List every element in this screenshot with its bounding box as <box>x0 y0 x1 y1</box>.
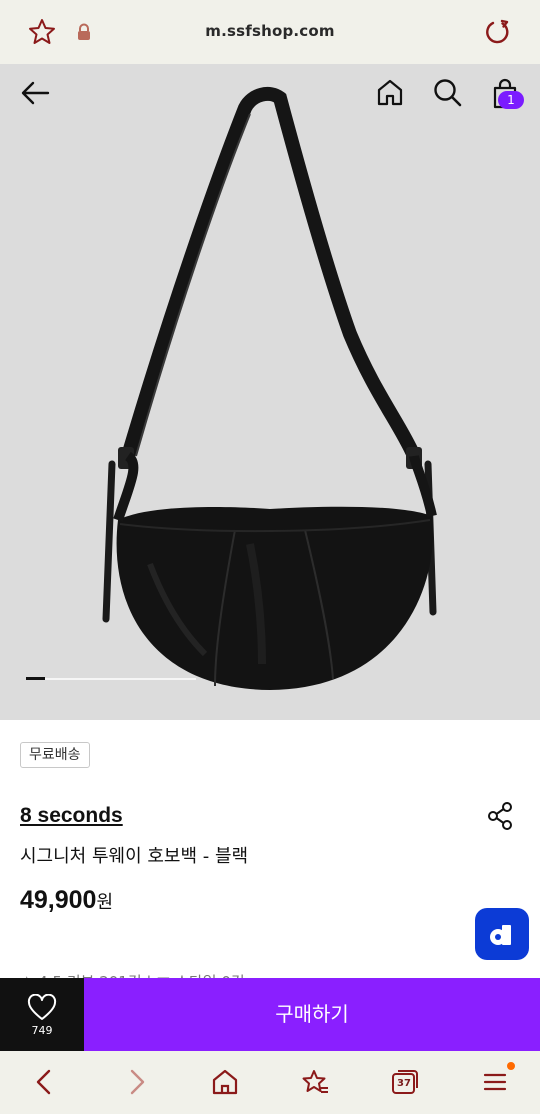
product-name: 시그니처 투웨이 호보백 - 블랙 <box>20 846 249 867</box>
home-icon[interactable] <box>374 76 406 108</box>
brand-link[interactable]: 8 seconds <box>20 804 123 828</box>
buy-button[interactable]: 구매하기 <box>84 978 540 1051</box>
d-logo-icon <box>490 925 511 945</box>
browser-address-bar: m.ssfshop.com <box>0 0 540 64</box>
browser-menu-icon[interactable] <box>480 1067 510 1097</box>
browser-back-icon[interactable] <box>30 1067 60 1097</box>
product-photo <box>102 86 437 690</box>
floating-d-button[interactable] <box>475 908 529 960</box>
share-icon[interactable] <box>486 801 514 831</box>
price-unit: 원 <box>96 892 114 912</box>
reload-icon[interactable] <box>483 17 513 47</box>
price-value: 49,900 <box>20 886 97 914</box>
heart-icon <box>27 994 57 1020</box>
cart-count-badge: 1 <box>498 91 524 109</box>
browser-home-icon[interactable] <box>210 1067 240 1097</box>
url-text[interactable]: m.ssfshop.com <box>0 22 540 40</box>
free-shipping-badge: 무료배송 <box>20 742 90 768</box>
purchase-bar: 749 구매하기 <box>0 978 540 1051</box>
notification-dot <box>507 1062 515 1070</box>
carousel-progress-indicator <box>26 677 45 680</box>
browser-bottom-nav: 37 <box>0 1051 540 1114</box>
like-button[interactable]: 749 <box>0 978 84 1051</box>
browser-bookmarks-icon[interactable] <box>300 1067 330 1097</box>
browser-forward-icon[interactable] <box>121 1067 151 1097</box>
product-price: 49,900원 <box>20 886 113 915</box>
like-count: 749 <box>31 1024 53 1037</box>
tab-count: 37 <box>397 1078 411 1089</box>
carousel-progress-track <box>26 678 196 680</box>
back-arrow-icon[interactable] <box>18 78 54 108</box>
search-icon[interactable] <box>431 76 463 108</box>
product-image-carousel[interactable]: 1 <box>0 64 540 720</box>
